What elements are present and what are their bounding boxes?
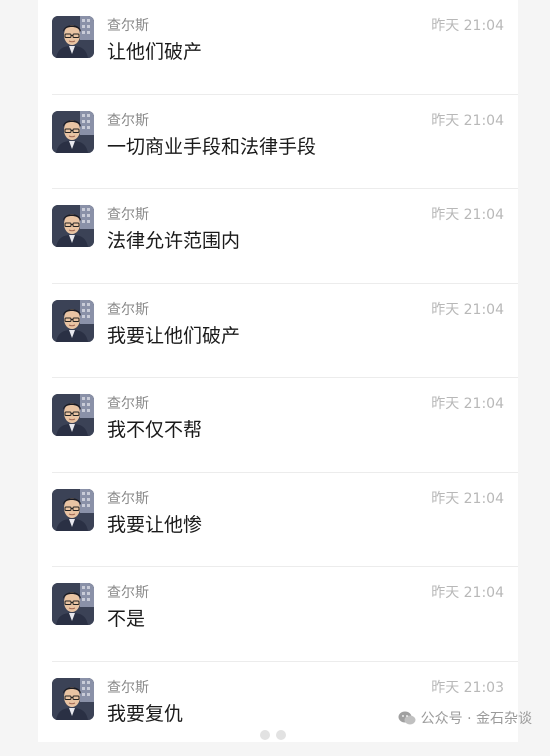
sender-name: 查尔斯: [107, 16, 149, 36]
sender-name: 查尔斯: [107, 300, 149, 320]
wechat-icon: [398, 710, 416, 726]
message-text: 法律允许范围内: [107, 227, 240, 255]
message-text: 让他们破产: [107, 38, 202, 66]
sender-name: 查尔斯: [107, 205, 149, 225]
message-time: 昨天 21:04: [431, 205, 504, 225]
message-item[interactable]: 查尔斯 昨天 21:04 法律允许范围内: [38, 189, 518, 284]
message-text: 我要让他们破产: [107, 322, 240, 350]
page-dot: [260, 730, 270, 740]
user-avatar-icon[interactable]: [52, 489, 94, 531]
sender-name: 查尔斯: [107, 678, 149, 698]
message-time: 昨天 21:04: [431, 111, 504, 131]
user-avatar-icon[interactable]: [52, 300, 94, 342]
message-item[interactable]: 查尔斯 昨天 21:04 我要让他惨: [38, 473, 518, 568]
sender-name: 查尔斯: [107, 489, 149, 509]
message-text: 我不仅不帮: [107, 416, 202, 444]
sender-name: 查尔斯: [107, 394, 149, 414]
message-time: 昨天 21:04: [431, 394, 504, 414]
chat-history-panel: 查尔斯 昨天 21:04 让他们破产: [38, 0, 518, 742]
message-text: 一切商业手段和法律手段: [107, 133, 316, 161]
user-avatar-icon[interactable]: [52, 394, 94, 436]
user-avatar-icon[interactable]: [52, 678, 94, 720]
message-time: 昨天 21:04: [431, 489, 504, 509]
user-avatar-icon[interactable]: [52, 583, 94, 625]
watermark: 公众号 · 金石杂谈: [398, 708, 532, 728]
message-item[interactable]: 查尔斯 昨天 21:04 一切商业手段和法律手段: [38, 95, 518, 190]
message-item[interactable]: 查尔斯 昨天 21:04 让他们破产: [38, 0, 518, 95]
message-text: 我要复仇: [107, 700, 183, 728]
message-time: 昨天 21:04: [431, 583, 504, 603]
message-item[interactable]: 查尔斯 昨天 21:04 不是: [38, 567, 518, 662]
message-item[interactable]: 查尔斯 昨天 21:04 我要让他们破产: [38, 284, 518, 379]
user-avatar-icon[interactable]: [52, 205, 94, 247]
sender-name: 查尔斯: [107, 111, 149, 131]
watermark-text: 公众号 · 金石杂谈: [421, 708, 532, 728]
sender-name: 查尔斯: [107, 583, 149, 603]
message-text: 我要让他惨: [107, 511, 202, 539]
page-dot: [276, 730, 286, 740]
user-avatar-icon[interactable]: [52, 111, 94, 153]
message-time: 昨天 21:04: [431, 300, 504, 320]
message-list: 查尔斯 昨天 21:04 让他们破产: [38, 0, 518, 756]
message-time: 昨天 21:03: [431, 678, 504, 698]
message-time: 昨天 21:04: [431, 16, 504, 36]
message-item[interactable]: 查尔斯 昨天 21:04 我不仅不帮: [38, 378, 518, 473]
page-indicator: [260, 730, 286, 740]
message-text: 不是: [107, 605, 145, 633]
user-avatar-icon[interactable]: [52, 16, 94, 58]
